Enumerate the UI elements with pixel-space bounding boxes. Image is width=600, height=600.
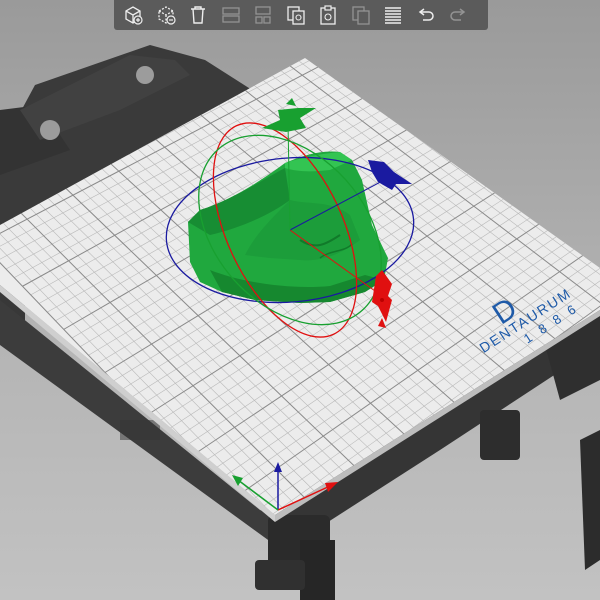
redo-icon — [450, 8, 466, 21]
remove-object-icon — [157, 6, 176, 25]
instance-button[interactable] — [346, 1, 376, 29]
layers-button[interactable] — [378, 1, 408, 29]
trash-icon — [191, 6, 205, 24]
undo-button[interactable] — [411, 1, 441, 29]
3d-viewport[interactable]: D DENTAURUM 1886 — [0, 0, 600, 600]
split-icon — [255, 6, 271, 24]
paste-button[interactable] — [313, 1, 343, 29]
copy-button[interactable] — [281, 1, 311, 29]
delete-all-button[interactable] — [183, 1, 213, 29]
instance-icon — [351, 6, 370, 25]
add-object-button[interactable] — [118, 1, 148, 29]
add-object-icon — [125, 6, 143, 25]
redo-button[interactable] — [443, 1, 473, 29]
split-button[interactable] — [248, 1, 278, 29]
model-center-marker — [380, 298, 384, 302]
arrange-icon — [221, 7, 240, 23]
copy-icon — [286, 6, 305, 25]
remove-object-button[interactable] — [151, 1, 181, 29]
undo-icon — [418, 8, 434, 21]
paste-icon — [320, 5, 336, 25]
layers-icon — [385, 7, 401, 24]
arrange-button[interactable] — [216, 1, 246, 29]
top-toolbar — [114, 0, 488, 30]
